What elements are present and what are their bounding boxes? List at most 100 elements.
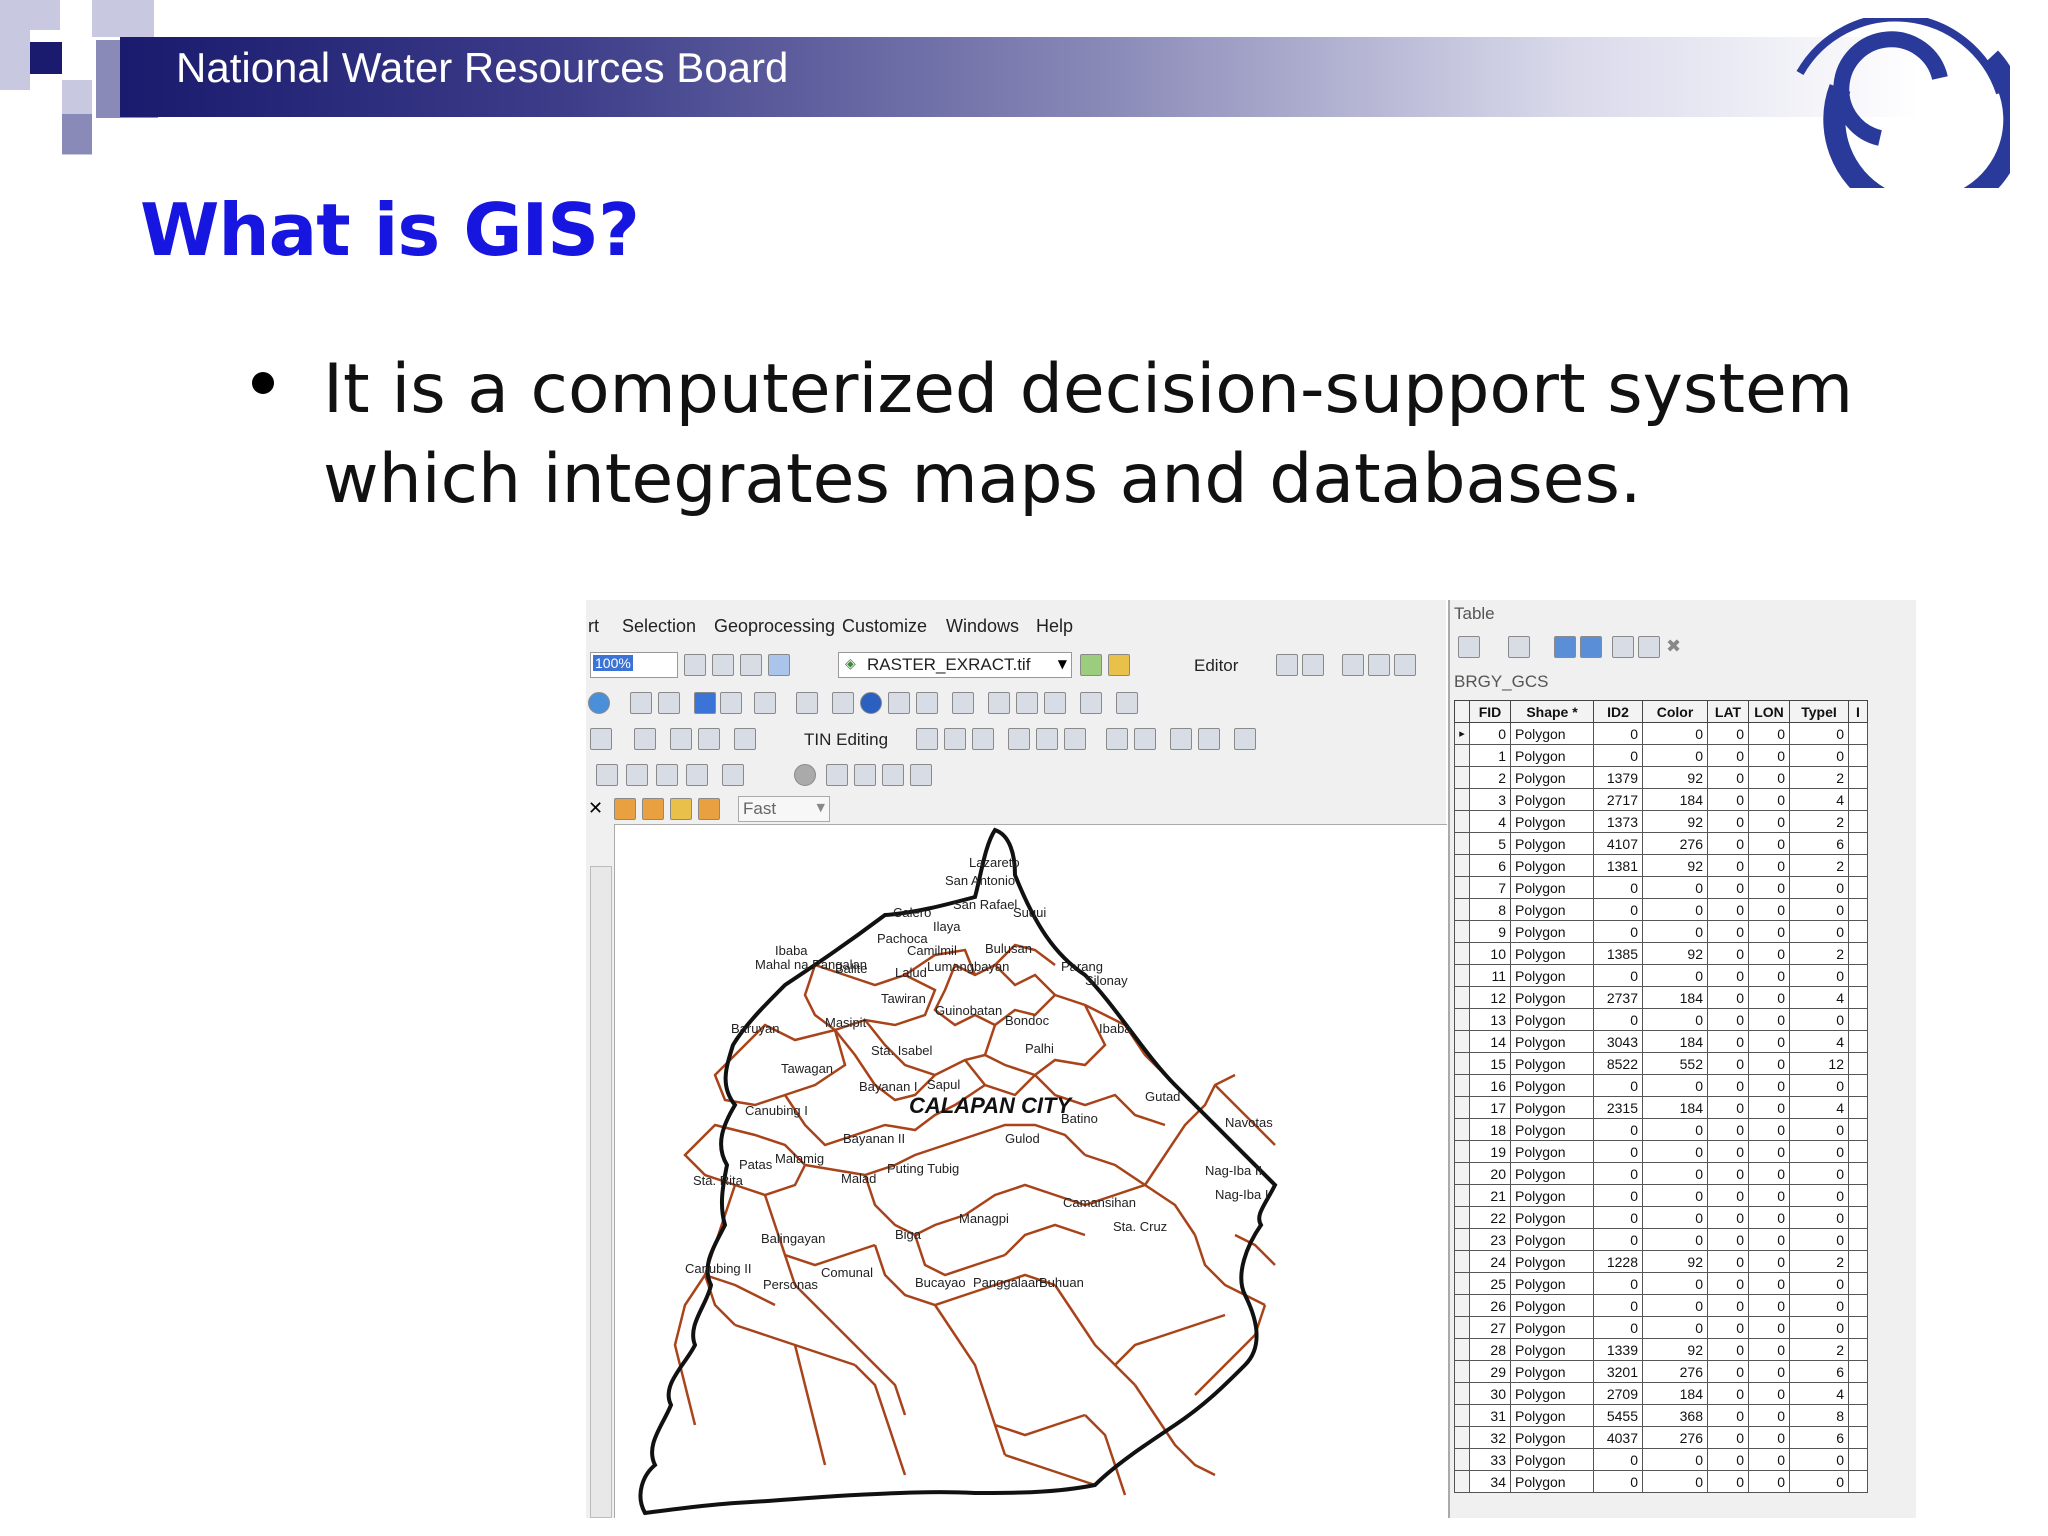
column-header[interactable]: LAT xyxy=(1707,700,1749,723)
print-icon[interactable] xyxy=(740,654,762,676)
tin-node-icon[interactable] xyxy=(670,728,692,750)
related-tables-icon[interactable] xyxy=(1508,636,1530,658)
row-selector[interactable] xyxy=(1454,1272,1470,1295)
house-delete-icon[interactable] xyxy=(698,798,720,820)
menu-customize[interactable]: Customize xyxy=(842,616,927,637)
map-scrollbar[interactable] xyxy=(590,866,612,1518)
table-row[interactable]: ▸ 0 Polygon 0 0 0 0 0 xyxy=(1454,722,1868,745)
table-row[interactable]: 14 Polygon 3043 184 0 0 4 xyxy=(1454,1030,1868,1053)
switch-selection-icon[interactable] xyxy=(1580,636,1602,658)
column-header[interactable]: Color xyxy=(1642,700,1708,723)
row-selector[interactable] xyxy=(1454,810,1470,833)
tin-delete-node-icon[interactable] xyxy=(1170,728,1192,750)
row-selector[interactable] xyxy=(1454,1382,1470,1405)
row-selector[interactable] xyxy=(1454,1162,1470,1185)
tin-add-icon[interactable] xyxy=(916,728,938,750)
table-row[interactable]: 13 Polygon 0 0 0 0 0 xyxy=(1454,1008,1868,1031)
map-view[interactable]: CALAPAN CITY Lazareto San Antonio San Rafa… xyxy=(614,824,1447,1518)
table-row[interactable]: 22 Polygon 0 0 0 0 0 xyxy=(1454,1206,1868,1229)
house-add-icon[interactable] xyxy=(614,798,636,820)
table-row[interactable]: 15 Polygon 8522 552 0 0 12 xyxy=(1454,1052,1868,1075)
sketch-tool-icon[interactable] xyxy=(1302,654,1324,676)
table-row[interactable]: 32 Polygon 4037 276 0 0 6 xyxy=(1454,1426,1868,1449)
row-selector[interactable] xyxy=(1454,1338,1470,1361)
table-row[interactable]: 3 Polygon 2717 184 0 0 4 xyxy=(1454,788,1868,811)
page-icon[interactable] xyxy=(684,654,706,676)
row-selector[interactable] xyxy=(1454,832,1470,855)
row-selector[interactable] xyxy=(1454,854,1470,877)
table-row[interactable]: 4 Polygon 1373 92 0 0 2 xyxy=(1454,810,1868,833)
column-header[interactable]: FID xyxy=(1469,700,1511,723)
row-selector[interactable] xyxy=(1454,1360,1470,1383)
row-selector[interactable] xyxy=(1454,920,1470,943)
tin-clear-icon[interactable] xyxy=(1064,728,1086,750)
column-header[interactable]: ID2 xyxy=(1593,700,1643,723)
table-row[interactable]: 19 Polygon 0 0 0 0 0 xyxy=(1454,1140,1868,1163)
row-selector[interactable] xyxy=(1454,964,1470,987)
tin-point-icon[interactable] xyxy=(972,728,994,750)
row-selector[interactable] xyxy=(1454,744,1470,767)
histogram-icon[interactable] xyxy=(1080,654,1102,676)
table-row[interactable]: 18 Polygon 0 0 0 0 0 xyxy=(1454,1118,1868,1141)
select-features-icon[interactable] xyxy=(754,692,776,714)
table-row[interactable]: 5 Polygon 4107 276 0 0 6 xyxy=(1454,832,1868,855)
column-header[interactable]: I xyxy=(1848,700,1868,723)
row-selector[interactable] xyxy=(1454,1030,1470,1053)
tin-swap-icon[interactable] xyxy=(734,728,756,750)
go-to-xy-icon[interactable] xyxy=(1044,692,1066,714)
table-row[interactable]: 30 Polygon 2709 184 0 0 4 xyxy=(1454,1382,1868,1405)
tin-triangle-icon[interactable] xyxy=(1198,728,1220,750)
table-row[interactable]: 21 Polygon 0 0 0 0 0 xyxy=(1454,1184,1868,1207)
tin-cross-icon[interactable] xyxy=(1234,728,1256,750)
time-slider-icon[interactable] xyxy=(1080,692,1102,714)
line-tool-icon[interactable] xyxy=(1342,654,1364,676)
chart-icon[interactable] xyxy=(1108,654,1130,676)
window-icon[interactable] xyxy=(768,654,790,676)
row-selector[interactable] xyxy=(1454,1228,1470,1251)
zoom-in-fixed-icon[interactable] xyxy=(630,692,652,714)
tin-line-icon[interactable] xyxy=(634,728,656,750)
row-selector[interactable] xyxy=(1454,1404,1470,1427)
zoom-to-selected-icon[interactable] xyxy=(1638,636,1660,658)
select-by-attributes-icon[interactable] xyxy=(1554,636,1576,658)
pointer-icon[interactable] xyxy=(832,692,854,714)
table-row[interactable]: 7 Polygon 0 0 0 0 0 xyxy=(1454,876,1868,899)
table-row[interactable]: 28 Polygon 1339 92 0 0 2 xyxy=(1454,1338,1868,1361)
topology-tool-icon[interactable] xyxy=(596,764,618,786)
error-inspector-icon[interactable] xyxy=(826,764,848,786)
column-header[interactable]: TypeI xyxy=(1789,700,1849,723)
tin-editing-menu[interactable]: TIN Editing xyxy=(804,730,888,750)
row-selector[interactable] xyxy=(1454,1074,1470,1097)
row-selector[interactable] xyxy=(1454,1008,1470,1031)
table-row[interactable]: 17 Polygon 2315 184 0 0 4 xyxy=(1454,1096,1868,1119)
row-selector[interactable] xyxy=(1454,1470,1470,1493)
tin-tool-icon[interactable] xyxy=(590,728,612,750)
table-row[interactable]: 1 Polygon 0 0 0 0 0 xyxy=(1454,744,1868,767)
tin-delete-icon[interactable] xyxy=(698,728,720,750)
row-selector[interactable] xyxy=(1454,876,1470,899)
menu-insert[interactable]: rt xyxy=(588,616,599,637)
curve-tool-icon[interactable] xyxy=(1368,654,1390,676)
table-row[interactable]: 8 Polygon 0 0 0 0 0 xyxy=(1454,898,1868,921)
row-selector[interactable] xyxy=(1454,1184,1470,1207)
menu-geoprocessing[interactable]: Geoprocessing xyxy=(714,616,835,637)
back-arrow-icon[interactable] xyxy=(694,692,716,714)
table-row[interactable]: 29 Polygon 3201 276 0 0 6 xyxy=(1454,1360,1868,1383)
html-popup-icon[interactable] xyxy=(916,692,938,714)
table-row[interactable]: 10 Polygon 1385 92 0 0 2 xyxy=(1454,942,1868,965)
layer-select[interactable]: ◈ RASTER_EXRACT.tif ▼ xyxy=(838,652,1072,678)
forward-arrow-icon[interactable] xyxy=(720,692,742,714)
find-icon[interactable] xyxy=(888,692,910,714)
table-row[interactable]: 23 Polygon 0 0 0 0 0 xyxy=(1454,1228,1868,1251)
row-selector[interactable] xyxy=(1454,1140,1470,1163)
table-row[interactable]: 20 Polygon 0 0 0 0 0 xyxy=(1454,1162,1868,1185)
menu-windows[interactable]: Windows xyxy=(946,616,1019,637)
tin-edge-icon[interactable] xyxy=(944,728,966,750)
row-selector[interactable] xyxy=(1454,986,1470,1009)
tin-node-move-icon[interactable] xyxy=(1134,728,1156,750)
house-info-icon[interactable] xyxy=(670,798,692,820)
topology-edit-icon[interactable] xyxy=(626,764,648,786)
measure-icon[interactable] xyxy=(952,692,974,714)
clear-selection-icon[interactable] xyxy=(1612,636,1634,658)
column-header[interactable]: Shape * xyxy=(1510,700,1594,723)
